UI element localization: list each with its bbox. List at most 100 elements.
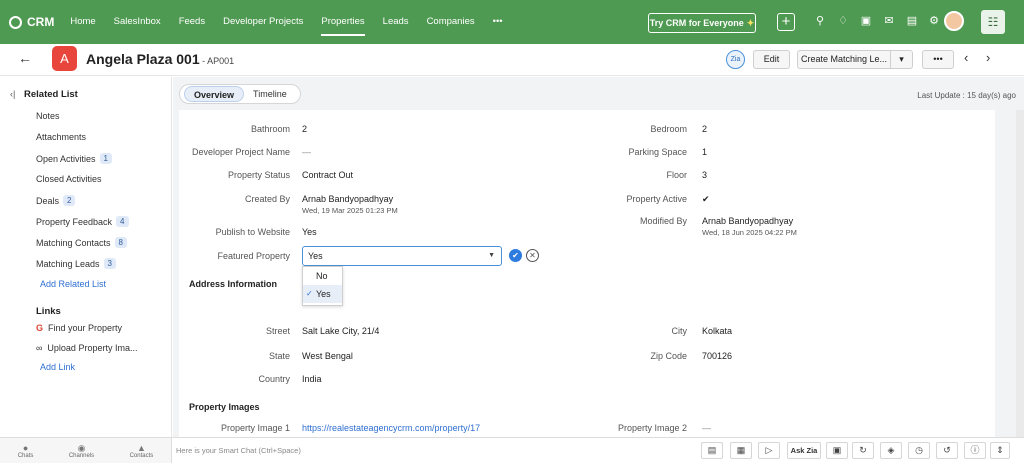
zip-code-value: 700126 (702, 351, 733, 361)
history-icon[interactable]: ↺ (936, 442, 958, 459)
street-value: Salt Lake City, 21/4 (302, 326, 380, 336)
gear-icon[interactable]: ⚙ (927, 14, 941, 27)
try-crm-for-everyone-button[interactable]: Try CRM for Everyone ✦ (648, 13, 756, 33)
screen-share-icon[interactable]: ▤ (701, 442, 723, 459)
bell-icon[interactable]: ♢ (836, 14, 850, 27)
back-arrow-icon[interactable]: ← (18, 50, 32, 66)
option-no[interactable]: No (303, 267, 342, 285)
channels-tool[interactable]: ◉ Channels (69, 443, 94, 459)
search-icon[interactable]: ⚲ (813, 14, 827, 27)
edit-button[interactable]: Edit (753, 50, 790, 69)
country-value: India (302, 374, 322, 384)
next-record-icon[interactable]: › (986, 50, 990, 65)
crm-logo[interactable]: CRM (9, 15, 54, 29)
store-icon[interactable]: ▤ (905, 14, 919, 27)
nav-developer-projects[interactable]: Developer Projects (223, 0, 303, 44)
property-status-label: Property Status (227, 170, 290, 180)
channels-label: Channels (68, 453, 95, 459)
link-label: Upload Property Ima... (47, 343, 138, 353)
property-image-1-link[interactable]: https://realestateagencycrm.com/property… (302, 423, 480, 433)
ask-zia-button[interactable]: Ask Zia (787, 442, 821, 459)
sidebar-item-property-feedback[interactable]: Property Feedback 4 (36, 216, 129, 227)
refresh-icon[interactable]: ↻ (852, 442, 874, 459)
create-matching-dropdown[interactable]: ▾ (890, 50, 913, 69)
save-check-icon[interactable]: ✔ (509, 249, 522, 262)
contacts-label: Contacts (129, 453, 154, 459)
cancel-close-icon[interactable]: ✕ (526, 249, 539, 262)
sidebar-item-matching-leads[interactable]: Matching Leads 3 (36, 258, 116, 269)
add-related-list-link[interactable]: Add Related List (40, 279, 106, 289)
record-avatar: A (52, 46, 77, 71)
alarm-clock-icon[interactable]: ◷ (908, 442, 930, 459)
app-name: CRM (27, 15, 55, 29)
count-badge: 3 (103, 258, 116, 269)
tab-overview[interactable]: Overview (184, 86, 245, 102)
mail-icon[interactable]: ✉ (882, 14, 896, 27)
chevron-down-icon: ▼ (488, 252, 495, 259)
link-find-your-property[interactable]: G Find your Property (36, 323, 122, 333)
nav-more[interactable]: ••• (493, 0, 503, 44)
sidebar-item-matching-contacts[interactable]: Matching Contacts 8 (36, 237, 127, 248)
link-upload-property-images[interactable]: ∞ Upload Property Ima... (36, 343, 137, 353)
expand-icon[interactable]: ⇕ (990, 442, 1010, 459)
collapse-sidebar-icon[interactable]: ‹| (10, 89, 15, 99)
nav-feeds[interactable]: Feeds (179, 0, 205, 44)
chats-tool[interactable]: ● Chats (18, 443, 34, 459)
zia-icon[interactable]: Zia (726, 50, 745, 69)
sidebar-item-label: Matching Contacts (36, 237, 111, 248)
create-matching-button[interactable]: Create Matching Le... (797, 50, 891, 69)
vertical-scrollbar[interactable] (1016, 110, 1024, 440)
calendar-check-icon[interactable]: ▣ (826, 442, 848, 459)
modified-by-value: Arnab Bandyopadhyay Wed, 18 Jun 2025 04:… (702, 216, 797, 237)
user-avatar[interactable] (944, 11, 964, 31)
more-actions-button[interactable]: ••• (922, 50, 954, 69)
featured-property-options: No ✓ Yes (302, 266, 343, 306)
nav-properties[interactable]: Properties (321, 0, 365, 44)
modified-on-date: Wed, 18 Jun 2025 04:22 PM (702, 228, 797, 237)
record-name: Angela Plaza 001 (86, 51, 200, 67)
smart-chat-input[interactable]: Here is your Smart Chat (Ctrl+Space) (176, 446, 301, 455)
bottom-tools: ● Chats ◉ Channels ▲ Contacts (0, 438, 172, 463)
zia-bottom-icon[interactable]: ◈ (880, 442, 902, 459)
info-icon[interactable]: ⓘ (964, 442, 986, 459)
option-yes-label: Yes (316, 289, 331, 299)
contacts-tool[interactable]: ▲ Contacts (130, 443, 154, 459)
sidebar-item-notes[interactable]: Notes (36, 111, 60, 121)
try-crm-label: Try CRM for Everyone (649, 18, 744, 28)
sidebar-item-attachments[interactable]: Attachments (36, 132, 86, 142)
floor-value: 3 (702, 170, 708, 180)
featured-property-label: Featured Property (217, 251, 290, 261)
featured-property-select[interactable]: Yes ▼ (302, 246, 502, 266)
state-label: State (268, 351, 290, 361)
modified-by-label: Modified By (639, 216, 687, 226)
property-active-label: Property Active (626, 194, 687, 204)
add-link[interactable]: Add Link (40, 362, 75, 372)
nav-home[interactable]: Home (70, 0, 95, 44)
sidebar-item-open-activities[interactable]: Open Activities 1 (36, 153, 112, 164)
sidebar-item-closed-activities[interactable]: Closed Activities (36, 174, 102, 184)
calendar-icon[interactable]: ▣ (859, 14, 873, 27)
tab-timeline[interactable]: Timeline (244, 86, 296, 102)
nav-salesinbox[interactable]: SalesInbox (114, 0, 161, 44)
megaphone-icon[interactable]: ▷ (758, 442, 780, 459)
bedroom-value: 2 (702, 124, 708, 134)
related-list-header: Related List (24, 89, 78, 100)
nav-leads[interactable]: Leads (383, 0, 409, 44)
street-label: Street (265, 326, 290, 336)
modified-by-name: Arnab Bandyopadhyay (702, 216, 794, 226)
count-badge: 1 (99, 153, 112, 164)
document-icon[interactable]: ▦ (730, 442, 752, 459)
featured-property-selected-value: Yes (308, 251, 323, 261)
chain-link-icon: ∞ (36, 343, 43, 353)
count-badge: 8 (114, 237, 127, 248)
sidebar-item-deals[interactable]: Deals 2 (36, 195, 76, 206)
quick-create-button[interactable]: + (777, 13, 795, 31)
count-badge: 4 (116, 216, 129, 227)
apps-grid-icon[interactable]: ☷ (981, 10, 1005, 34)
chats-label: Chats (17, 453, 34, 459)
property-image-1-label: Property Image 1 (220, 423, 290, 433)
option-yes[interactable]: ✓ Yes (303, 285, 342, 303)
nav-companies[interactable]: Companies (427, 0, 475, 44)
sidebar-item-label: Matching Leads (36, 258, 100, 269)
previous-record-icon[interactable]: ‹ (964, 50, 968, 65)
